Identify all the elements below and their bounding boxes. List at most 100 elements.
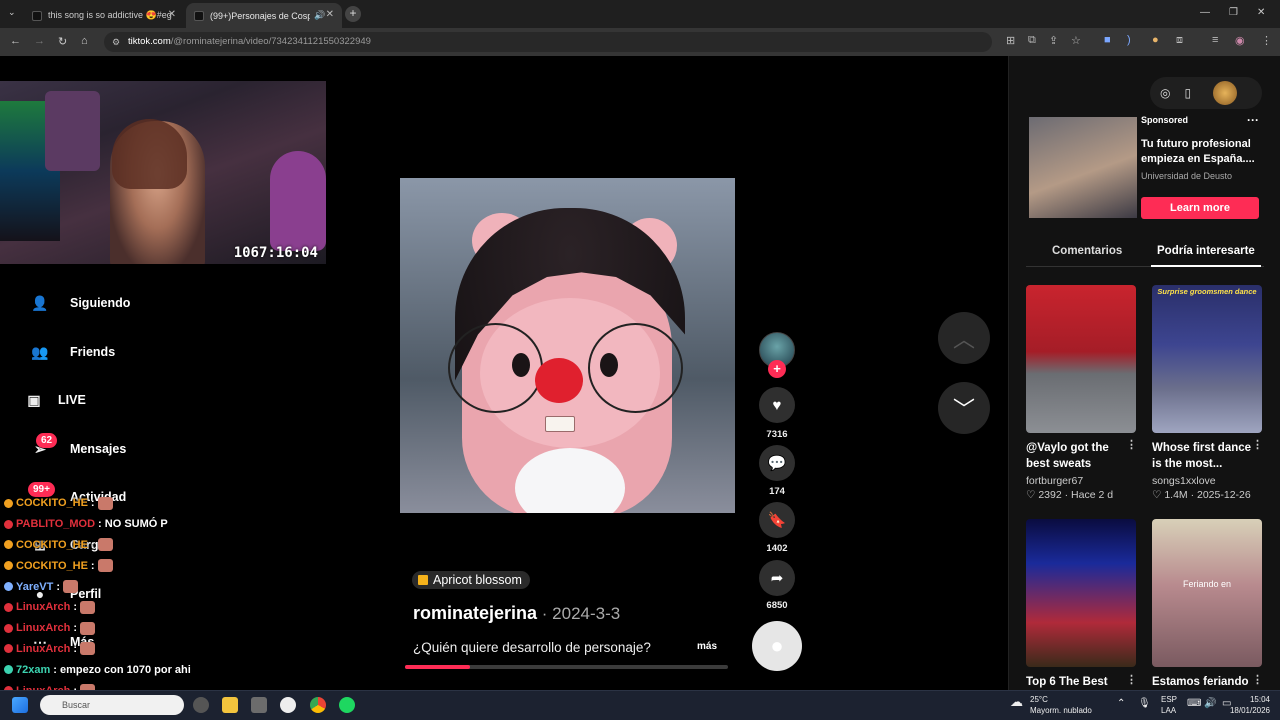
- cast-icon[interactable]: ⇪: [1049, 34, 1058, 47]
- suggested-author[interactable]: songs1xxlove: [1152, 475, 1216, 487]
- language-code: ESP: [1161, 695, 1178, 704]
- more-link[interactable]: más: [697, 641, 717, 652]
- sponsored-more-icon[interactable]: ···: [1247, 113, 1259, 127]
- save-button[interactable]: 🔖: [759, 502, 795, 538]
- network-icon[interactable]: ⌨: [1187, 698, 1201, 709]
- glasses-lens: [588, 323, 683, 413]
- windows-start-icon[interactable]: [12, 697, 28, 713]
- app-icon[interactable]: [193, 697, 209, 713]
- suggested-more-icon[interactable]: ⋮: [1126, 673, 1137, 686]
- nav-item-live[interactable]: ▣ LIVE: [24, 390, 85, 410]
- weather-icon: ☁: [1010, 694, 1023, 709]
- music-disc[interactable]: ●: [752, 621, 802, 671]
- chat-line: YareVT:: [4, 576, 254, 597]
- next-video-button[interactable]: ﹀: [938, 382, 990, 434]
- taskbar-search[interactable]: Buscar: [40, 695, 184, 715]
- live-icon: ▣: [27, 391, 41, 408]
- sponsored-title[interactable]: Tu futuro profesional empieza en España.…: [1141, 137, 1256, 167]
- video-date: · 2024-3-3: [537, 604, 621, 623]
- tab-search-icon[interactable]: ⌄: [8, 7, 16, 18]
- minimize-icon[interactable]: —: [1200, 7, 1210, 18]
- home-icon[interactable]: ⌂: [81, 35, 88, 47]
- suggested-more-icon[interactable]: ⋮: [1252, 438, 1263, 451]
- tab-comments[interactable]: Comentarios: [1052, 245, 1122, 257]
- video-author[interactable]: rominatejerina: [413, 603, 537, 623]
- previous-video-button[interactable]: ︿: [938, 312, 990, 364]
- compass-icon[interactable]: ◎: [1160, 86, 1170, 100]
- suggested-title[interactable]: Top 6 The Best: [1026, 674, 1128, 690]
- video-progress-bar[interactable]: [405, 665, 728, 669]
- suggested-title[interactable]: @Vaylo got the best sweats: [1026, 440, 1128, 472]
- close-window-icon[interactable]: ✕: [1257, 7, 1265, 18]
- tab-suggested[interactable]: Podría interesarte: [1157, 245, 1255, 257]
- lens-icon[interactable]: ⧉: [1028, 34, 1036, 47]
- clock[interactable]: 15:04 18/01/2026: [1228, 694, 1270, 716]
- profile-avatar-icon[interactable]: ◉: [1235, 34, 1245, 47]
- suggested-thumbnail[interactable]: Surprise groomsmen dance: [1152, 285, 1262, 433]
- chat-badge-icon: [4, 498, 13, 508]
- weather[interactable]: 25°C Mayorm. nublado: [1030, 694, 1092, 716]
- like-button[interactable]: ♥: [759, 387, 795, 423]
- chat-emote-icon: [97, 559, 113, 573]
- comment-button[interactable]: 💬: [759, 445, 795, 481]
- suggested-title[interactable]: Estamos feriando: [1152, 674, 1254, 690]
- file-explorer-icon[interactable]: [222, 697, 238, 713]
- suggested-thumbnail[interactable]: Feriando en: [1152, 519, 1262, 667]
- browser-tab-active[interactable]: (99+)Personajes de Cosplay 🔊 ✕: [186, 3, 342, 28]
- share-button[interactable]: ➦: [759, 560, 795, 596]
- language-indicator[interactable]: ESP LAA: [1161, 694, 1177, 716]
- maximize-icon[interactable]: ❐: [1229, 7, 1238, 18]
- url-field[interactable]: ⚙ tiktok.com/@rominatejerina/video/73423…: [104, 32, 992, 52]
- chat-emote-icon: [80, 642, 96, 656]
- learn-more-button[interactable]: Learn more: [1141, 197, 1259, 219]
- suggested-title[interactable]: Whose first dance is the most...: [1152, 440, 1254, 472]
- suggested-meta: ♡ 1.4M · 2025-12-26: [1152, 489, 1251, 501]
- extension-blue-icon[interactable]: ■: [1104, 34, 1111, 46]
- suggested-thumbnail[interactable]: [1026, 285, 1136, 433]
- nav-item-friends[interactable]: 👥 Friends: [30, 342, 115, 362]
- forward-icon[interactable]: →: [34, 35, 45, 47]
- sound-name: Apricot blossom: [433, 573, 522, 587]
- back-icon[interactable]: ←: [10, 35, 21, 47]
- nav-item-following[interactable]: 👤 Siguiendo: [30, 293, 130, 313]
- new-tab-button[interactable]: +: [345, 6, 361, 22]
- microphone-icon[interactable]: 🎙: [1138, 698, 1151, 709]
- browser-menu-icon[interactable]: ⋮: [1261, 34, 1272, 47]
- tray-chevron-icon[interactable]: ⌃: [1117, 698, 1125, 709]
- chat-badge-icon: [4, 519, 13, 529]
- tab-close-icon[interactable]: ✕: [168, 9, 176, 20]
- sponsored-label: Sponsored: [1141, 115, 1189, 125]
- suggested-more-icon[interactable]: ⋮: [1126, 438, 1137, 451]
- sponsored-thumbnail[interactable]: [1029, 117, 1137, 218]
- volume-icon[interactable]: 🔊: [1204, 698, 1216, 709]
- app-icon[interactable]: [251, 697, 267, 713]
- video-player[interactable]: [400, 178, 735, 513]
- tab-title: this song is so addictive 😍#eg: [48, 10, 172, 20]
- speaker-icon[interactable]: 🔊: [314, 10, 325, 21]
- chat-message: : empezo con 1070 por ahi: [53, 663, 191, 676]
- site-info-icon[interactable]: ⚙: [112, 32, 120, 52]
- tab-close-icon[interactable]: ✕: [326, 9, 334, 20]
- extension-orange-icon[interactable]: ●: [1152, 34, 1159, 46]
- follow-plus-icon[interactable]: +: [768, 360, 786, 378]
- suggested-more-icon[interactable]: ⋮: [1252, 673, 1263, 686]
- translate-icon[interactable]: ⊞: [1006, 34, 1015, 47]
- suggested-thumbnail[interactable]: [1026, 519, 1136, 667]
- reload-icon[interactable]: ↻: [58, 35, 67, 48]
- video-description: ¿Quién quiere desarrollo de personaje?: [413, 640, 651, 655]
- user-avatar[interactable]: [1213, 81, 1238, 105]
- extensions-puzzle-icon[interactable]: ⧈: [1176, 34, 1183, 47]
- chat-message: :: [73, 642, 78, 655]
- extension-audio-icon[interactable]: ): [1127, 34, 1131, 46]
- reading-list-icon[interactable]: ≡: [1212, 34, 1218, 46]
- suggested-author[interactable]: fortburger67: [1026, 475, 1083, 487]
- bookmark-star-icon[interactable]: ☆: [1071, 34, 1081, 47]
- video-author-line[interactable]: rominatejerina · 2024-3-3: [413, 603, 620, 624]
- chevron-down-icon: ﹀: [952, 397, 975, 422]
- overwatch-icon[interactable]: [280, 697, 296, 713]
- browser-tab[interactable]: this song is so addictive 😍#eg ✕: [24, 3, 184, 28]
- spotify-icon[interactable]: [339, 697, 355, 713]
- chrome-icon[interactable]: [310, 697, 326, 713]
- phone-icon[interactable]: ▯: [1184, 86, 1191, 100]
- sound-tag[interactable]: Apricot blossom: [412, 571, 530, 589]
